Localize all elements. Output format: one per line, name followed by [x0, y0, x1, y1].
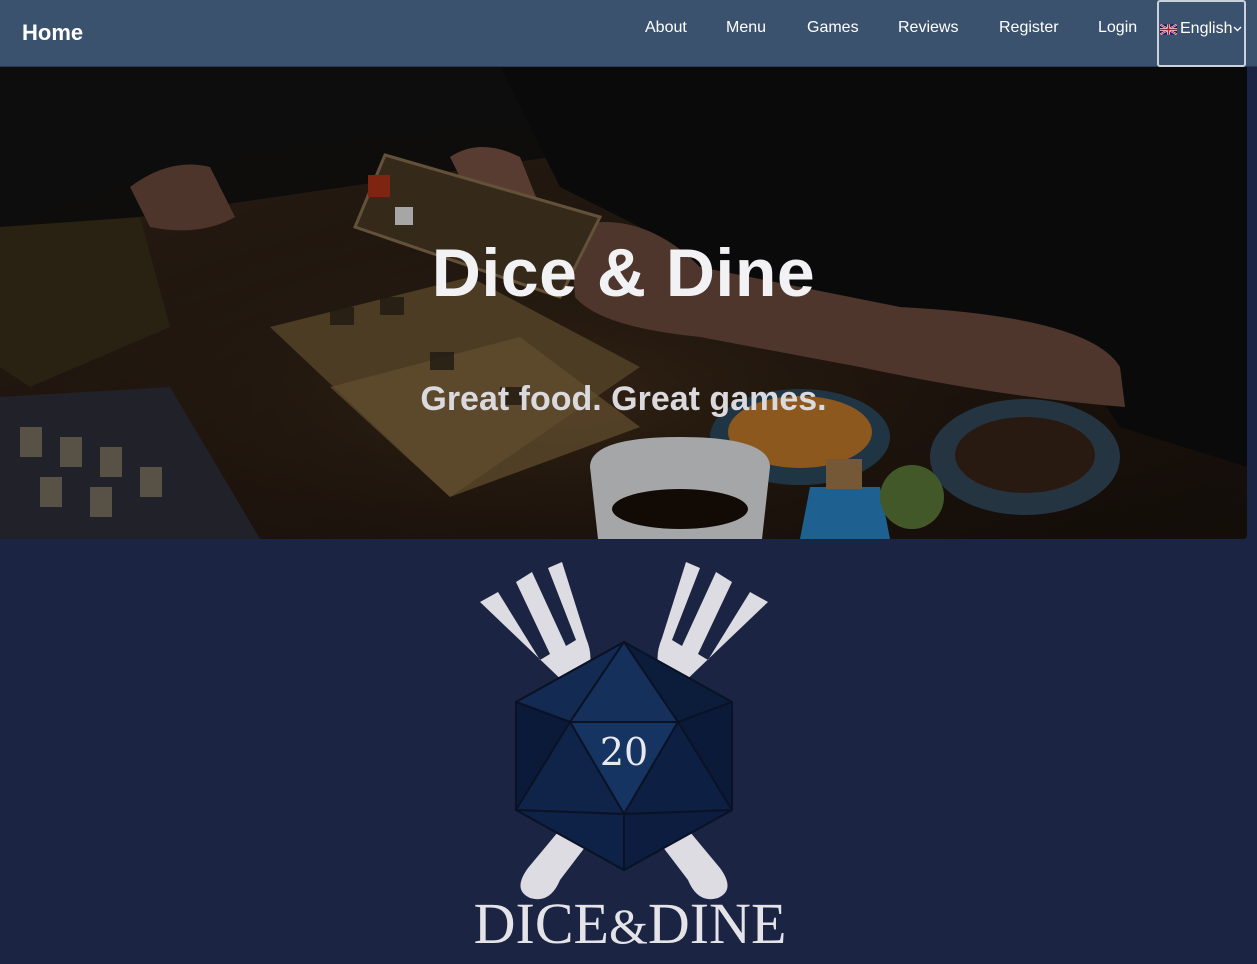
nav-link-menu[interactable]: Menu	[726, 19, 766, 37]
nav-link-login[interactable]: Login	[1098, 19, 1137, 37]
wordmark-dice: DICE	[473, 891, 609, 956]
nav-link-about[interactable]: About	[645, 19, 687, 37]
chevron-down-icon	[1233, 26, 1242, 32]
uk-flag-icon	[1160, 24, 1177, 35]
wordmark-ampersand: &	[608, 898, 648, 954]
language-label: English	[1180, 20, 1233, 37]
top-navbar: Home About Menu Games Reviews Register L…	[0, 0, 1257, 67]
logo-wordmark: DICE&DINE	[440, 890, 820, 957]
home-link[interactable]: Home	[22, 20, 83, 46]
d20-number: 20	[599, 730, 649, 774]
hero-subtitle: Great food. Great games.	[420, 380, 827, 418]
wordmark-dine: DINE	[647, 891, 787, 956]
dice-and-dine-logo: 20 DICE&DINE	[440, 560, 820, 960]
nav-link-register[interactable]: Register	[999, 19, 1059, 37]
language-dropdown[interactable]: English	[1157, 0, 1246, 67]
hero-title: Dice & Dine	[431, 235, 816, 311]
nav-link-reviews[interactable]: Reviews	[898, 19, 958, 37]
nav-link-games[interactable]: Games	[807, 19, 859, 37]
hero-banner: Dice & Dine Great food. Great games.	[0, 67, 1247, 539]
